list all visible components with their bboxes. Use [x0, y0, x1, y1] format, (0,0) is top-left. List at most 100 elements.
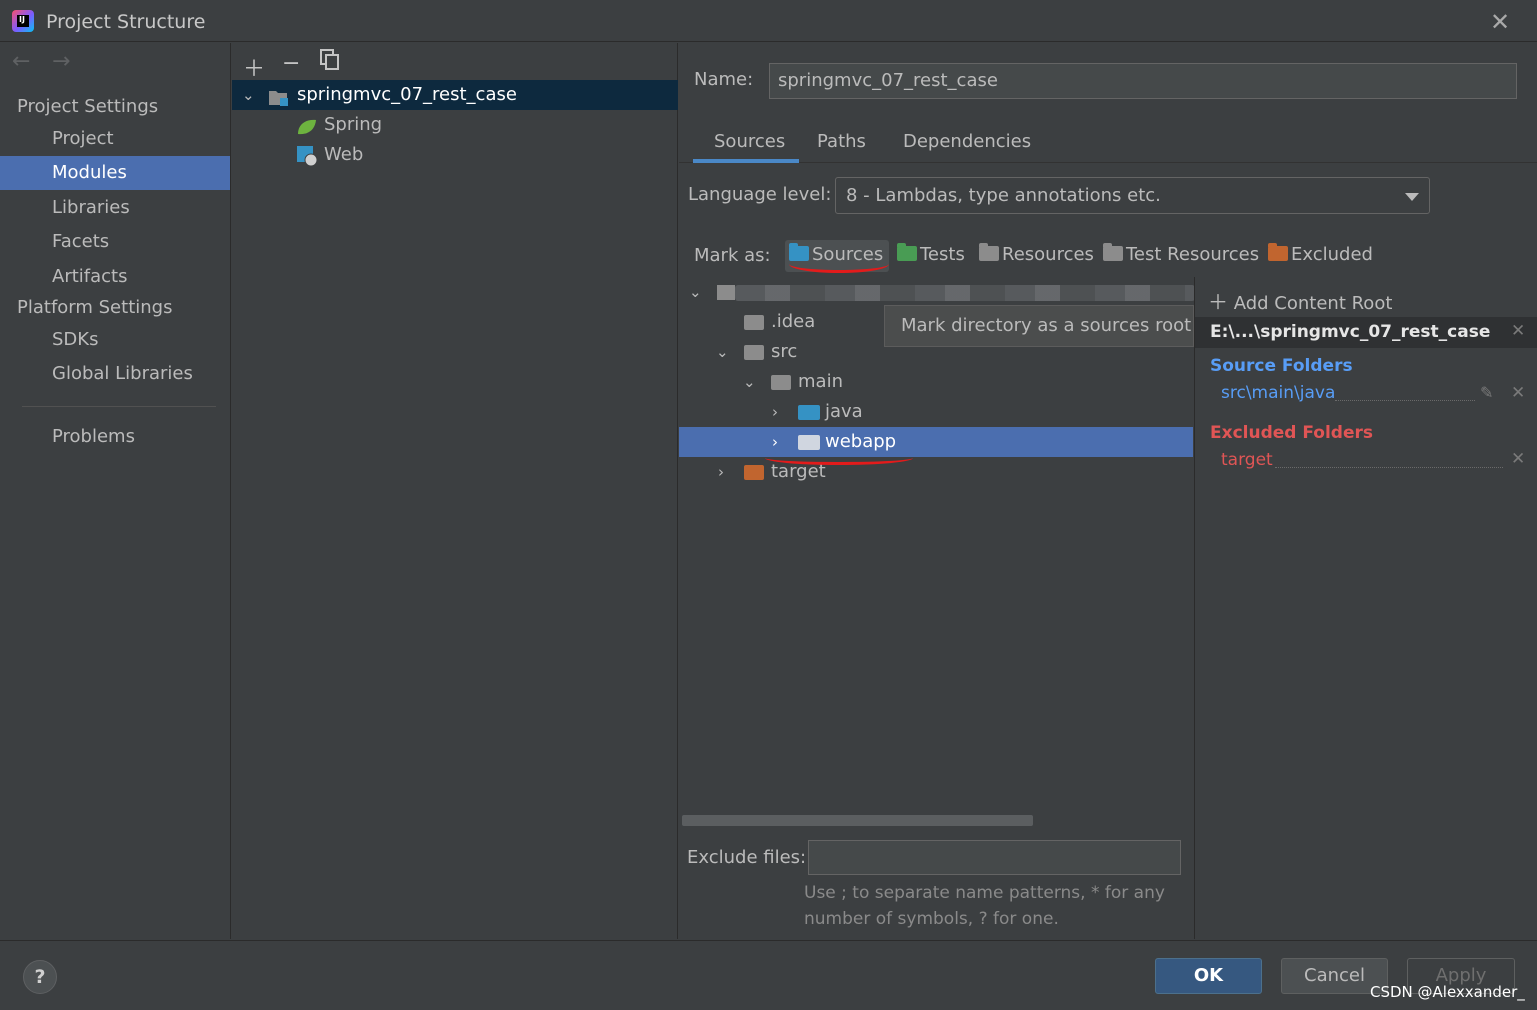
- sidebar-item-sdks[interactable]: SDKs: [0, 323, 230, 357]
- intellij-logo-icon: IJ: [12, 10, 34, 32]
- sidebar-item-artifacts[interactable]: Artifacts: [0, 260, 230, 294]
- facet-label: Web: [324, 144, 364, 165]
- sidebar-item-modules[interactable]: Modules: [0, 156, 230, 190]
- horizontal-scrollbar[interactable]: [682, 815, 1033, 826]
- title-bar: IJ Project Structure ✕: [0, 0, 1537, 42]
- dialog-footer: ? OK Cancel Apply CSDN @Alexxander_: [0, 940, 1537, 1010]
- folder-icon: [717, 285, 735, 300]
- excluded-folder-icon: [1268, 243, 1288, 261]
- tab-sources[interactable]: Sources: [714, 131, 785, 152]
- tab-dependencies[interactable]: Dependencies: [903, 131, 1031, 152]
- exclude-hint-line1: Use ; to separate name patterns, * for a…: [804, 883, 1165, 903]
- back-arrow-icon[interactable]: ←: [12, 49, 30, 74]
- edit-pencil-icon[interactable]: ✎: [1480, 383, 1493, 402]
- section-project-settings: Project Settings: [17, 96, 159, 117]
- tooltip: Mark directory as a sources root: [884, 305, 1194, 347]
- folder-icon: [798, 435, 820, 450]
- test-resources-folder-icon: [1103, 243, 1123, 261]
- dotted-leader: [1275, 467, 1503, 468]
- chevron-right-icon[interactable]: ›: [772, 397, 778, 427]
- tree-label: java: [825, 401, 863, 422]
- sidebar-item-global-libraries[interactable]: Global Libraries: [0, 357, 230, 391]
- source-folders-heading: Source Folders: [1210, 356, 1353, 376]
- chevron-down-icon[interactable]: ⌄: [743, 367, 756, 397]
- sidebar: ← → Project Settings Project Modules Lib…: [0, 43, 231, 939]
- remove-source-icon[interactable]: ✕: [1511, 383, 1525, 403]
- module-row-root[interactable]: ⌄ springmvc_07_rest_case: [232, 80, 678, 110]
- source-folder-icon: [798, 405, 820, 420]
- remove-excluded-icon[interactable]: ✕: [1511, 449, 1525, 469]
- mark-resources-button[interactable]: Resources: [979, 240, 1094, 272]
- section-platform-settings: Platform Settings: [17, 297, 173, 318]
- close-icon[interactable]: ✕: [1490, 8, 1510, 36]
- name-input[interactable]: springmvc_07_rest_case: [769, 63, 1517, 99]
- tree-row-root[interactable]: ⌄: [679, 277, 1195, 307]
- name-label: Name:: [694, 69, 754, 90]
- tree-row[interactable]: ⌄ main: [679, 367, 1193, 397]
- window-title: Project Structure: [46, 11, 206, 33]
- chevron-down-icon: [1405, 193, 1419, 201]
- mark-button-label: Excluded: [1291, 244, 1373, 265]
- exclude-files-input[interactable]: [808, 840, 1181, 875]
- chevron-right-icon[interactable]: ›: [772, 427, 778, 457]
- tests-folder-icon: [897, 243, 917, 261]
- add-content-root-label: Add Content Root: [1233, 293, 1393, 314]
- mark-button-label: Tests: [920, 244, 965, 265]
- language-level-value: 8 - Lambdas, type annotations etc.: [846, 185, 1161, 206]
- tree-label: .idea: [771, 311, 816, 332]
- facet-label: Spring: [324, 114, 383, 135]
- mark-tests-button[interactable]: Tests: [897, 240, 965, 272]
- sidebar-item-problems[interactable]: Problems: [0, 420, 230, 454]
- forward-arrow-icon[interactable]: →: [52, 49, 70, 74]
- mark-test-resources-button[interactable]: Test Resources: [1103, 240, 1259, 272]
- language-level-label: Language level:: [688, 184, 832, 205]
- sidebar-item-project[interactable]: Project: [0, 122, 230, 156]
- active-tab-indicator: [693, 159, 799, 163]
- mark-button-label: Resources: [1002, 244, 1094, 265]
- modules-panel: ＋ − ⌄ springmvc_07_rest_case Spring Web: [232, 43, 678, 939]
- exclude-hint-line2: number of symbols, ? for one.: [804, 909, 1059, 929]
- blurred-path: [735, 285, 1195, 301]
- red-annotation-webapp: [765, 451, 913, 465]
- tab-paths[interactable]: Paths: [817, 131, 866, 152]
- module-icon: [269, 87, 288, 106]
- ok-button[interactable]: OK: [1155, 958, 1262, 994]
- excluded-folder-item[interactable]: target: [1221, 450, 1273, 470]
- sidebar-item-libraries[interactable]: Libraries: [0, 191, 230, 225]
- tree-label: main: [798, 371, 843, 392]
- mark-button-label: Test Resources: [1126, 244, 1260, 265]
- add-icon: ＋: [1208, 290, 1228, 314]
- module-editor: Name: springmvc_07_rest_case Sources Pat…: [679, 43, 1537, 939]
- excluded-folders-heading: Excluded Folders: [1210, 423, 1374, 443]
- sidebar-divider: [22, 406, 216, 407]
- resources-folder-icon: [979, 243, 999, 261]
- add-icon[interactable]: ＋: [243, 51, 265, 83]
- copy-icon[interactable]: [320, 49, 340, 77]
- chevron-down-icon[interactable]: ⌄: [689, 277, 702, 307]
- facet-row-web[interactable]: Web: [232, 140, 678, 170]
- exclude-files-label: Exclude files:: [687, 847, 807, 868]
- tree-label: src: [771, 341, 798, 362]
- sidebar-item-facets[interactable]: Facets: [0, 225, 230, 259]
- watermark: CSDN @Alexxander_: [1370, 983, 1525, 1001]
- remove-icon[interactable]: −: [282, 51, 300, 76]
- tree-row-selected[interactable]: › webapp: [679, 427, 1193, 457]
- tree-row[interactable]: › java: [679, 397, 1193, 427]
- tree-row[interactable]: › target: [679, 457, 1193, 487]
- add-content-root-button[interactable]: ＋ Add Content Root: [1208, 286, 1392, 315]
- chevron-down-icon[interactable]: ⌄: [242, 80, 255, 110]
- language-level-select[interactable]: 8 - Lambdas, type annotations etc.: [835, 177, 1430, 214]
- web-facet-icon: [297, 146, 318, 176]
- help-icon[interactable]: ?: [23, 960, 57, 994]
- remove-root-icon[interactable]: ✕: [1511, 321, 1525, 341]
- red-annotation-sources: [789, 255, 889, 273]
- content-root-path: E:\...\springmvc_07_rest_case: [1195, 317, 1537, 348]
- mark-excluded-button[interactable]: Excluded: [1268, 240, 1373, 272]
- facet-row-spring[interactable]: Spring: [232, 110, 678, 140]
- content-root-tree: ⌄ .idea ⌄ src ⌄ main › java › webapp › t…: [679, 277, 1195, 826]
- module-name: springmvc_07_rest_case: [297, 84, 517, 105]
- source-folder-item[interactable]: src\main\java: [1221, 383, 1335, 403]
- tab-divider: [679, 162, 1537, 163]
- chevron-down-icon[interactable]: ⌄: [716, 337, 729, 367]
- chevron-right-icon[interactable]: ›: [718, 457, 724, 487]
